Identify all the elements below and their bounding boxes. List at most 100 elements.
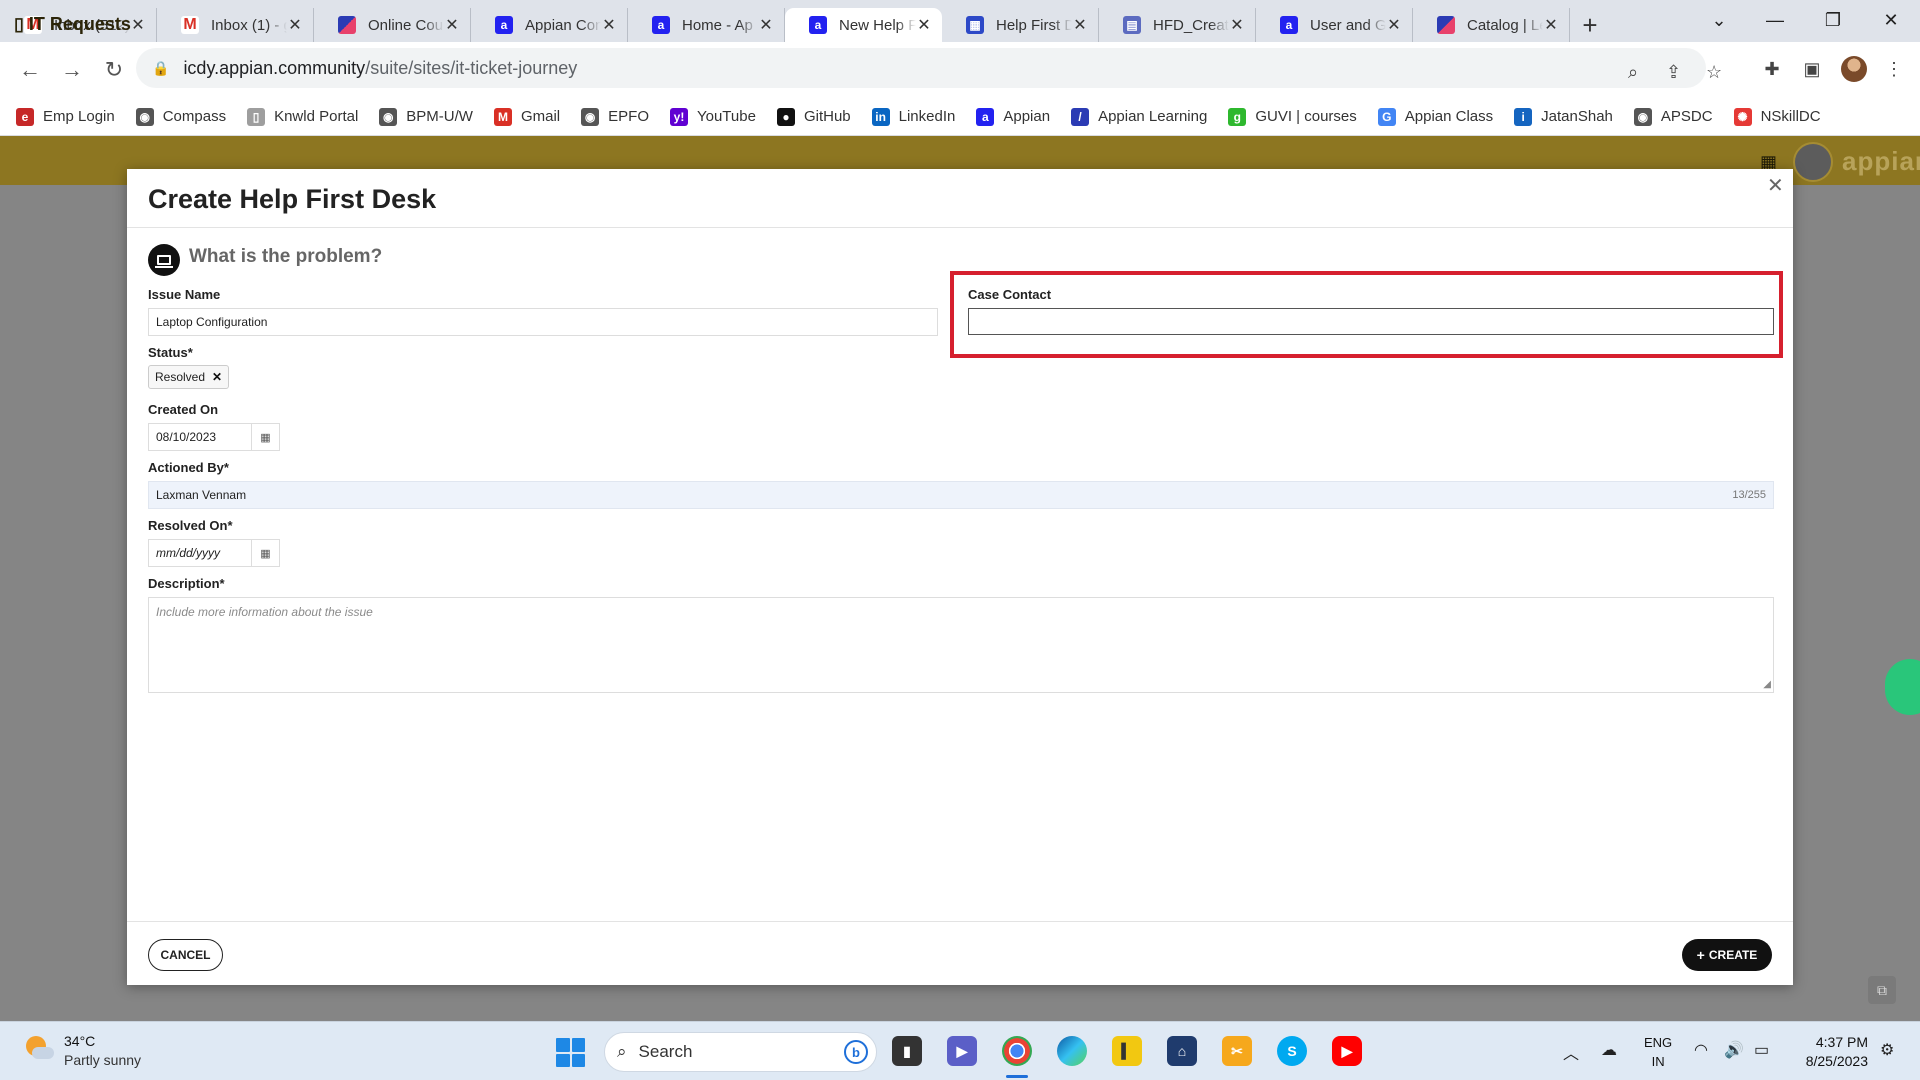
bookmark-item[interactable]: e Emp Login	[16, 107, 115, 126]
task-view-icon[interactable]: ▮	[892, 1036, 922, 1066]
battery-icon[interactable]: ▭	[1754, 1040, 1769, 1060]
side-panel-icon[interactable]: ▣	[1798, 55, 1826, 83]
tab-close-icon[interactable]: ✕	[758, 15, 774, 35]
created-on-date-field[interactable]: 08/10/2023 ▦	[148, 423, 280, 451]
url-input[interactable]: 🔒 icdy.appian.community/suite/sites/it-t…	[136, 48, 1722, 88]
bookmark-item[interactable]: ◉ EPFO	[581, 107, 649, 126]
bookmark-item[interactable]: M Gmail	[493, 107, 560, 126]
reload-button[interactable]: ↻	[94, 50, 134, 90]
back-button[interactable]: ←	[10, 50, 50, 90]
issue-name-input[interactable]: Laptop Configuration	[148, 308, 938, 336]
profile-avatar[interactable]	[1841, 56, 1867, 82]
bookmark-item[interactable]: ◉ APSDC	[1633, 107, 1713, 126]
corner-widget-icon[interactable]: ⧉	[1868, 976, 1896, 1004]
volume-icon[interactable]: 🔊	[1724, 1040, 1744, 1060]
tab-close-icon[interactable]: ✕	[287, 15, 303, 35]
bookmark-item[interactable]: ▯ Knwld Portal	[247, 107, 358, 126]
youtube-icon[interactable]: ▶	[1332, 1036, 1362, 1066]
case-contact-input[interactable]	[968, 308, 1774, 335]
tab-close-icon[interactable]: ✕	[444, 15, 460, 35]
cancel-button[interactable]: CANCEL	[148, 939, 223, 971]
language-indicator[interactable]: ENG IN	[1644, 1033, 1672, 1071]
tab-close-icon[interactable]: ✕	[1072, 15, 1088, 35]
system-clock[interactable]: 4:37 PM 8/25/2023	[1796, 1033, 1868, 1071]
tools-icon[interactable]: ✂	[1222, 1036, 1252, 1066]
chrome-icon[interactable]	[1002, 1036, 1032, 1066]
tab-close-icon[interactable]: ✕	[601, 15, 617, 35]
bookmark-item[interactable]: in LinkedIn	[871, 107, 955, 126]
bookmark-item[interactable]: ◉ Compass	[135, 107, 226, 126]
browser-tab[interactable]: ▦ Help First D ✕	[942, 8, 1099, 42]
page-icon: ▯	[247, 107, 266, 126]
resize-handle-icon[interactable]: ◢	[1763, 679, 1771, 690]
create-button[interactable]: + CREATE	[1682, 939, 1772, 971]
bookmark-item[interactable]: ● GitHub	[776, 107, 851, 126]
tab-search-chevron-icon[interactable]: ⌄	[1690, 0, 1748, 40]
status-chip[interactable]: Resolved ✕	[148, 365, 230, 389]
weather-icon[interactable]	[22, 1034, 54, 1066]
url-path: /suite/sites/it-ticket-journey	[365, 57, 578, 78]
tab-close-icon[interactable]: ✕	[1229, 15, 1245, 35]
browser-tab[interactable]: a New Help F ✕	[785, 8, 942, 42]
browser-tab[interactable]: Catalog | Le ✕	[1413, 8, 1570, 42]
search-placeholder: Search	[638, 1042, 693, 1061]
edge-icon[interactable]	[1057, 1036, 1087, 1066]
share-icon[interactable]: ⇪	[1666, 62, 1681, 83]
restore-button[interactable]: ❐	[1804, 0, 1862, 40]
browser-tab[interactable]: ▤ HFD_Create ✕	[1099, 8, 1256, 42]
bookmark-item[interactable]: a Appian	[976, 107, 1050, 126]
sql-icon[interactable]: ⌂	[1167, 1036, 1197, 1066]
char-counter: 13/255	[1732, 489, 1766, 501]
weather-temperature[interactable]: 34°C	[64, 1033, 95, 1049]
forward-button[interactable]: →	[52, 50, 92, 90]
browser-tab[interactable]: M Inbox (1) - g ✕	[157, 8, 314, 42]
grid-icon: ▦	[966, 16, 984, 34]
window-close-button[interactable]: ✕	[1862, 0, 1920, 40]
bookmark-item[interactable]: ✺ NSkillDC	[1733, 107, 1821, 126]
bookmark-item[interactable]: g GUVI | courses	[1228, 107, 1357, 126]
taskbar-search-input[interactable]: ⌕ Search b	[604, 1032, 877, 1072]
bookmark-label: YouTube	[696, 108, 756, 125]
browser-tab[interactable]: a Home - Ap ✕	[628, 8, 785, 42]
minimize-button[interactable]: —	[1746, 0, 1804, 40]
remove-status-icon[interactable]: ✕	[212, 370, 222, 384]
tab-close-icon[interactable]: ✕	[130, 15, 146, 35]
browser-tab[interactable]: Online Cour ✕	[314, 8, 471, 42]
bing-icon[interactable]: b	[844, 1040, 868, 1064]
extensions-icon[interactable]: ✚	[1758, 55, 1786, 83]
skype-icon[interactable]: S	[1277, 1036, 1307, 1066]
tray-chevron-icon[interactable]: ︿	[1563, 1040, 1579, 1064]
browser-tab[interactable]: a User and G ✕	[1256, 8, 1413, 42]
tab-close-icon[interactable]: ✕	[916, 15, 932, 35]
user-avatar[interactable]	[1793, 142, 1833, 182]
tab-title: New Help F	[839, 16, 916, 34]
windows-start-icon[interactable]	[556, 1038, 585, 1067]
browser-menu-icon[interactable]: ⋮	[1880, 55, 1908, 83]
tab-close-icon[interactable]: ✕	[1543, 15, 1559, 35]
wifi-icon[interactable]: ◠	[1694, 1040, 1708, 1060]
zoom-icon[interactable]: ⌕	[1628, 62, 1638, 83]
dialog-close-icon[interactable]: ✕	[1767, 173, 1784, 198]
calendar-icon[interactable]: ▦	[251, 540, 279, 566]
lock-icon: 🔒	[152, 59, 170, 76]
actioned-by-input[interactable]: Laxman Vennam 13/255	[148, 481, 1774, 509]
bookmark-item[interactable]: i JatanShah	[1514, 107, 1613, 126]
bookmark-item[interactable]: G Appian Class	[1377, 107, 1493, 126]
site-title[interactable]: ▯ IT Requests	[14, 14, 131, 35]
onedrive-icon[interactable]: ☁	[1601, 1040, 1617, 1060]
bookmark-item[interactable]: ◉ BPM-U/W	[379, 107, 473, 126]
description-textarea[interactable]: Include more information about the issue…	[148, 597, 1774, 693]
laptop-icon	[148, 244, 180, 276]
weather-description[interactable]: Partly sunny	[64, 1052, 141, 1068]
browser-tab[interactable]: a Appian Con ✕	[471, 8, 628, 42]
resolved-on-date-field[interactable]: mm/dd/yyyy ▦	[148, 539, 280, 567]
teams-chat-icon[interactable]: ▶	[947, 1036, 977, 1066]
bookmark-item[interactable]: / Appian Learning	[1071, 107, 1207, 126]
new-tab-button[interactable]: +	[1570, 8, 1610, 42]
notifications-icon[interactable]: ⚙	[1880, 1040, 1894, 1060]
tab-close-icon[interactable]: ✕	[1386, 15, 1402, 35]
bookmark-item[interactable]: y! YouTube	[669, 107, 756, 126]
bookmark-star-icon[interactable]: ☆	[1706, 62, 1722, 83]
powerbi-icon[interactable]: ▍	[1112, 1036, 1142, 1066]
calendar-icon[interactable]: ▦	[251, 424, 279, 450]
